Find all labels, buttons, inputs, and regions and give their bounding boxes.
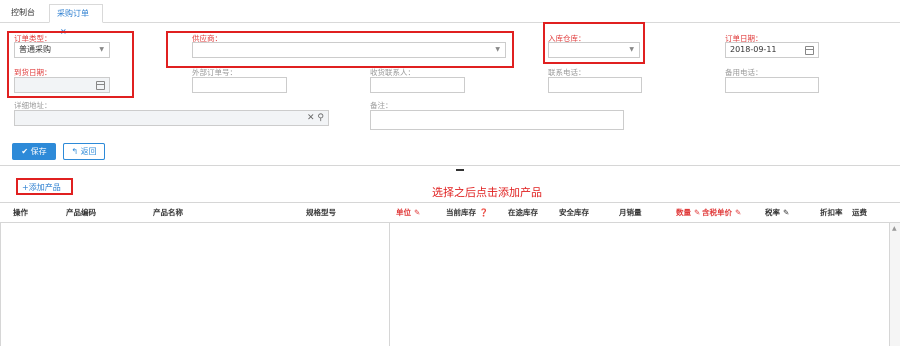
column-header[interactable]: 安全库存: [559, 203, 589, 223]
help-icon: ❓: [479, 208, 489, 217]
remark-textarea[interactable]: [370, 110, 624, 130]
receiver-input[interactable]: [370, 77, 465, 93]
collapse-handle[interactable]: [456, 169, 464, 171]
column-header[interactable]: 产品名称: [153, 203, 183, 223]
column-header[interactable]: 税率 ✎: [765, 203, 789, 223]
column-label: 税率: [765, 208, 780, 217]
back-button[interactable]: ↰ 返回: [63, 143, 105, 160]
scroll-up-icon[interactable]: ▲: [892, 225, 897, 232]
highlight-box: [543, 22, 645, 64]
external-no-input[interactable]: [192, 77, 287, 93]
column-label: 折扣率: [820, 208, 843, 217]
calendar-icon[interactable]: [805, 46, 814, 55]
column-header[interactable]: 操作: [13, 203, 28, 223]
edit-icon: ✎: [735, 208, 742, 217]
grid-divider: [389, 223, 390, 346]
column-header[interactable]: 运费: [852, 203, 867, 223]
column-header[interactable]: 规格型号: [306, 203, 336, 223]
backup-phone-label: 备用电话：: [725, 68, 763, 77]
column-header[interactable]: 数量 ✎: [676, 203, 700, 223]
remark-label: 备注：: [370, 101, 393, 110]
column-header[interactable]: 当前库存 ❓: [446, 203, 488, 223]
tab-label: 控制台: [11, 8, 35, 17]
divider: [0, 165, 900, 166]
tab-label: 采购订单: [57, 9, 89, 18]
tab-console[interactable]: 控制台: [4, 4, 49, 23]
tab-bar: 控制台 采购订单×: [0, 0, 900, 36]
external-no-label: 外部订单号：: [192, 68, 237, 77]
highlight-box: [7, 31, 134, 98]
column-label: 月销量: [619, 208, 642, 217]
column-label: 安全库存: [559, 208, 589, 217]
column-label: 操作: [13, 208, 28, 217]
grid-header: 操作 产品编码 产品名称 规格型号 单位 ✎ 当前库存 ❓ 在途库存 安全库存 月销…: [0, 202, 900, 223]
column-label: 产品编码: [66, 208, 96, 217]
column-header[interactable]: 在途库存: [508, 203, 538, 223]
annotation-hint: 选择之后点击添加产品: [432, 186, 542, 199]
search-icon[interactable]: ⚲: [317, 113, 324, 123]
column-label: 运费: [852, 208, 867, 217]
vertical-scrollbar[interactable]: ▲: [889, 223, 900, 346]
phone-label: 联系电话：: [548, 68, 586, 77]
add-product-link[interactable]: +添加产品: [22, 182, 61, 193]
column-header[interactable]: 含税单价 ✎: [702, 203, 741, 223]
backup-phone-input[interactable]: [725, 77, 819, 93]
save-button[interactable]: ✔ 保存: [12, 143, 56, 160]
phone-input[interactable]: [548, 77, 642, 93]
column-header[interactable]: 月销量: [619, 203, 642, 223]
edit-icon: ✎: [694, 208, 701, 217]
column-label: 单位: [396, 208, 411, 217]
order-date-input[interactable]: 2018-09-11: [725, 42, 819, 58]
column-label: 在途库存: [508, 208, 538, 217]
address-input[interactable]: ✕ ⚲: [14, 110, 329, 126]
column-header[interactable]: 单位 ✎: [396, 203, 420, 223]
tab-purchase-order[interactable]: 采购订单×: [49, 4, 103, 36]
column-header[interactable]: 产品编码: [66, 203, 96, 223]
column-label: 含税单价: [702, 208, 732, 217]
column-label: 当前库存: [446, 208, 476, 217]
address-label: 详细地址：: [14, 101, 52, 110]
order-date-value: 2018-09-11: [730, 45, 777, 54]
highlight-box: [166, 31, 514, 68]
receiver-label: 收货联系人：: [370, 68, 415, 77]
edit-icon: ✎: [783, 208, 790, 217]
column-header[interactable]: 折扣率: [820, 203, 843, 223]
grid-body: [0, 223, 890, 346]
column-label: 产品名称: [153, 208, 183, 217]
clear-icon[interactable]: ✕: [307, 113, 315, 123]
column-label: 数量: [676, 208, 691, 217]
column-label: 规格型号: [306, 208, 336, 217]
edit-icon: ✎: [414, 208, 421, 217]
